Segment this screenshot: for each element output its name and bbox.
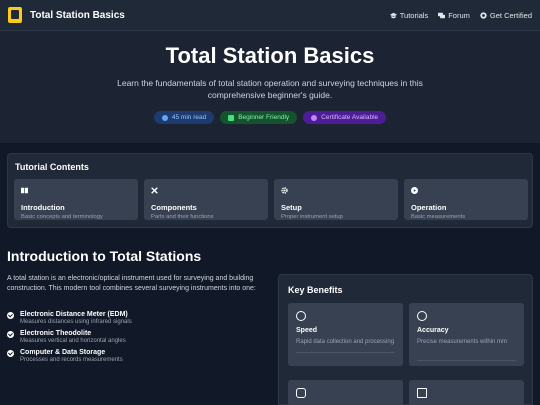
feature-list: Electronic Distance Meter (EDM) Measures… bbox=[7, 311, 267, 368]
app-title[interactable]: Total Station Basics bbox=[30, 10, 125, 21]
toc-item-operation[interactable]: Operation Basic measurements bbox=[404, 179, 528, 220]
gear-icon bbox=[281, 187, 288, 194]
benefit-title: Accuracy bbox=[417, 327, 449, 334]
check-circle-icon bbox=[7, 350, 14, 357]
graduation-cap-icon bbox=[389, 12, 397, 18]
feature-title: Electronic Theodolite bbox=[20, 330, 92, 337]
chat-icon bbox=[438, 12, 446, 18]
database-icon bbox=[296, 388, 306, 398]
certificate-badge-icon bbox=[311, 114, 318, 121]
toc-item-title: Introduction bbox=[21, 203, 65, 212]
top-navigation-bar: Total Station Basics Tutorials Forum Get… bbox=[0, 0, 540, 31]
logo-icon[interactable] bbox=[8, 7, 22, 23]
page-title: Total Station Basics bbox=[165, 43, 375, 68]
read-time-badge: 45 min read bbox=[153, 111, 215, 124]
benefit-title: Speed bbox=[296, 327, 318, 334]
nav-get-certified-label: Get Certified bbox=[489, 10, 532, 20]
check-circle-icon bbox=[7, 331, 14, 338]
list-item: Electronic Theodolite Measures vertical … bbox=[7, 330, 267, 344]
certificate-icon bbox=[480, 11, 487, 19]
nav-forum-link[interactable]: Forum bbox=[438, 11, 470, 20]
page-subtitle: Learn the fundamentals of total station … bbox=[117, 78, 423, 100]
benefit-desc: Rapid data collection and processing bbox=[296, 339, 395, 345]
feature-title: Electronic Distance Meter (EDM) bbox=[20, 311, 128, 318]
toc-item-introduction[interactable]: Introduction Basic concepts and terminol… bbox=[14, 179, 138, 220]
intro-paragraph: A total station is an electronic/optical… bbox=[7, 275, 256, 292]
toc-list: Introduction Basic concepts and terminol… bbox=[14, 179, 528, 220]
nav-forum-label: Forum bbox=[448, 10, 470, 20]
benefit-desc: Precise measurements within mm bbox=[417, 339, 508, 345]
toc-item-title: Setup bbox=[281, 203, 302, 212]
toc-item-desc: Proper instrument setup bbox=[281, 214, 343, 220]
toc-item-components[interactable]: Components Parts and their functions bbox=[144, 179, 268, 220]
benefit-card-storage bbox=[288, 380, 403, 405]
tutorial-contents-panel: Tutorial Contents Introduction Basic con… bbox=[7, 153, 533, 228]
certificate-label: Certificate Available bbox=[321, 114, 379, 121]
check-circle-icon bbox=[7, 312, 14, 319]
toc-item-desc: Basic concepts and terminology bbox=[21, 214, 103, 220]
read-time-label: 45 min read bbox=[171, 114, 207, 121]
benefit-card-speed: Speed Rapid data collection and processi… bbox=[288, 303, 403, 366]
list-item: Electronic Distance Meter (EDM) Measures… bbox=[7, 311, 267, 325]
feature-desc: Measures vertical and horizontal angles bbox=[20, 338, 126, 344]
certificate-badge: Certificate Available bbox=[303, 111, 387, 124]
divider bbox=[417, 359, 516, 361]
difficulty-badge: Beginner Friendly bbox=[220, 111, 298, 124]
nav-get-certified-link[interactable]: Get Certified bbox=[480, 11, 532, 20]
nav-tutorials-link[interactable]: Tutorials bbox=[389, 10, 429, 20]
benefit-card-calculation bbox=[409, 380, 524, 405]
toc-item-title: Operation bbox=[411, 203, 447, 212]
feature-desc: Measures distances using infrared signal… bbox=[20, 319, 132, 325]
badge-row: 45 min read Beginner Friendly Certificat… bbox=[0, 111, 540, 124]
toc-item-title: Components bbox=[151, 203, 197, 212]
hero-section: Total Station Basics Learn the fundament… bbox=[0, 31, 540, 143]
target-icon bbox=[417, 311, 427, 321]
nav-tutorials-label: Tutorials bbox=[399, 10, 429, 20]
toc-item-desc: Basic measurements bbox=[411, 214, 466, 220]
key-benefits-panel: Key Benefits Speed Rapid data collection… bbox=[278, 274, 533, 405]
tools-icon bbox=[151, 187, 158, 194]
list-item: Computer & Data Storage Processes and re… bbox=[7, 349, 267, 363]
divider bbox=[296, 351, 395, 353]
play-icon bbox=[411, 187, 418, 194]
speedometer-icon bbox=[296, 311, 306, 321]
key-benefits-title: Key Benefits bbox=[288, 285, 343, 295]
book-icon bbox=[21, 187, 28, 194]
nav-links: Tutorials Forum Get Certified bbox=[389, 10, 532, 20]
tutorial-contents-title: Tutorial Contents bbox=[15, 162, 89, 172]
feature-desc: Processes and records measurements bbox=[20, 357, 123, 363]
benefit-card-accuracy: Accuracy Precise measurements within mm bbox=[409, 303, 524, 366]
signal-bars-icon bbox=[228, 114, 235, 121]
toc-item-desc: Parts and their functions bbox=[151, 214, 214, 220]
calculator-icon bbox=[417, 388, 427, 398]
toc-item-setup[interactable]: Setup Proper instrument setup bbox=[274, 179, 398, 220]
feature-title: Computer & Data Storage bbox=[20, 349, 106, 356]
difficulty-label: Beginner Friendly bbox=[238, 114, 290, 121]
clock-icon bbox=[161, 114, 168, 121]
intro-section-title: Introduction to Total Stations bbox=[7, 248, 202, 264]
